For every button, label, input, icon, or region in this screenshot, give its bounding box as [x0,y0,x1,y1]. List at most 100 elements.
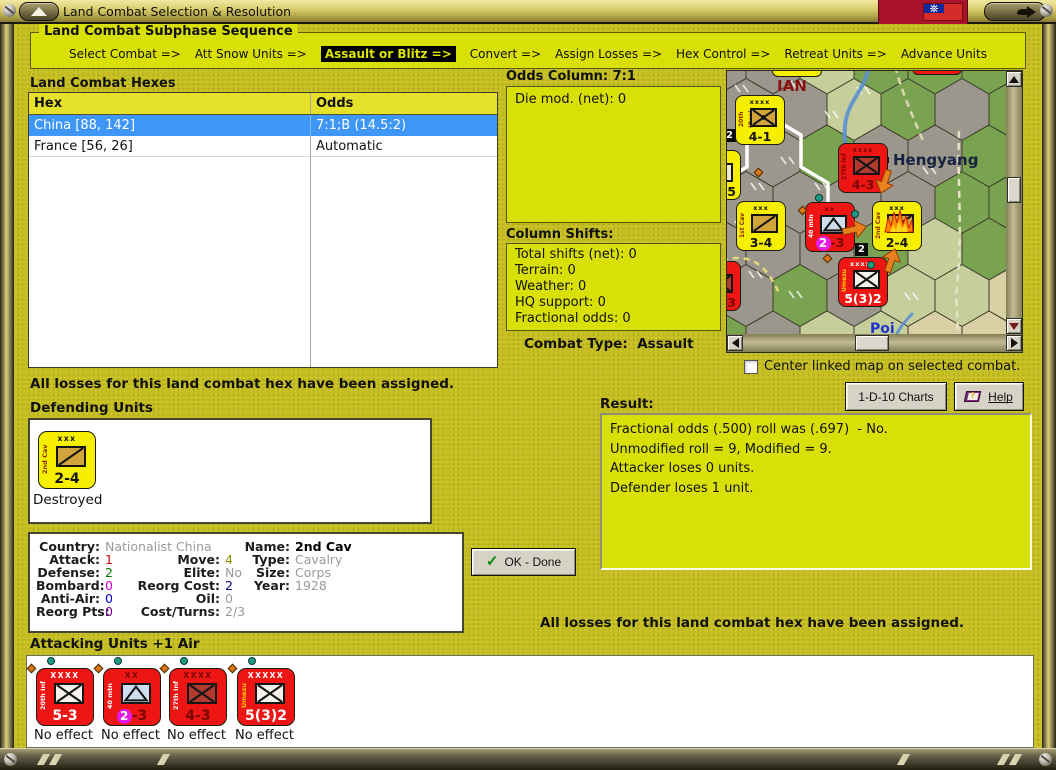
map-unit-partial [912,71,962,75]
attacking-unit-27th-inf[interactable]: XXXX 27th Inf 4-3 [169,668,227,726]
column-shifts-box: Total shifts (net): 0 Terrain: 0 Weather… [506,243,721,331]
marker-icon [180,657,188,665]
unit-status-label: No effect [101,728,161,743]
combat-type-label: Combat Type: [524,336,628,352]
table-row-china[interactable]: China [88, 142] 7:1;B (14.5:2) [29,115,497,136]
ok-done-button-label: OK - Done [504,555,562,569]
hex-cell: France [56, 26] [29,136,311,156]
cavalry-symbol [751,214,778,233]
step-advance-units: Advance Units [900,47,987,61]
marker-icon [26,663,37,674]
attacking-unit-40-mtn[interactable]: XX 40 mtn 2 -3 [103,668,161,726]
odds-column-title: Odds Column: 7:1 [506,69,636,84]
map-horizontal-scrollbar[interactable] [727,334,1022,352]
checkmark-icon: ✓ [485,553,499,570]
window-menu-button[interactable] [19,2,59,21]
scroll-up-button[interactable] [1006,71,1022,87]
shift-line: Fractional odds: 0 [515,311,631,326]
vertical-scroll-thumb[interactable] [1007,177,1021,203]
help-button[interactable]: ? Help [954,382,1024,411]
die-mod-line: Die mod. (net): 0 [515,92,627,107]
info-row: Reorg Pts: 0 Cost/Turns: 2/3 [36,604,246,619]
hex-control-badge: 2 [727,129,736,142]
marker-icon [47,657,55,665]
scroll-down-button[interactable] [1006,318,1022,334]
info-row: Country: Nationalist China Name: 2nd Cav [39,539,352,554]
combat-hexes-table: Hex Odds China [88, 142] 7:1;B (14.5:2) … [28,92,498,368]
scroll-right-button[interactable] [1006,335,1022,351]
attacking-unit-umezu[interactable]: XXXXX Umezu 5(3)2 [237,668,295,726]
window-frame-right [1042,24,1056,770]
unit-stats: 2 -3 [104,708,160,724]
marker-icon [248,657,256,665]
window-frame-left [0,24,14,770]
unit-stats: 5(3)2 [244,708,288,724]
flag-panel [878,0,968,24]
table-header-row: Hex Odds [29,93,497,115]
hex-cell: China [88, 142] [29,115,311,136]
unit-status-label: No effect [235,728,295,743]
marker-icon [815,194,823,202]
losses-assigned-message: All losses for this land combat hex have… [30,376,455,392]
map-unit-partial-left: -5 [727,150,741,200]
triangle-icon [31,6,47,16]
unit-stats: 2-4 [54,471,80,487]
strength-badge: 2 [815,236,831,251]
subphase-sequence-panel: Land Combat Subphase Sequence Select Com… [30,24,1026,69]
center-map-checkbox[interactable] [744,360,758,374]
infantry-symbol [54,683,84,704]
map-unit-20th-res: xxxx 20th (Res) 4-1 [735,95,785,145]
result-title: Result: [600,396,654,412]
unit-stats: 4-3 [185,708,211,724]
unit-symbol [727,163,733,182]
screw-icon [4,753,17,766]
attacking-units-strip: XXXX 20th Inf 5-3 No effect XX 40 mtn 2-… [26,655,1034,748]
infantry-symbol [727,274,733,293]
unit-status-label: Destroyed [33,492,103,508]
combat-type-line: Combat Type: Assault [524,336,694,352]
shift-line: Terrain: 0 [515,263,576,278]
sequence-panel-title: Land Combat Subphase Sequence [39,24,298,39]
help-book-icon: ? [963,390,982,403]
marker-icon [93,663,104,674]
horizontal-scroll-thumb[interactable] [855,335,889,351]
land-combat-window: Land Combat Selection & Resolution Land … [0,0,1056,770]
sequence-steps: Select Combat => Att Snow Units => Assau… [69,46,987,62]
map-unit-partial-left-2: -3 [727,261,741,311]
mountain-symbol [121,683,151,704]
result-line: Fractional odds (.500) roll was (.697) -… [610,422,888,437]
cavalry-symbol [56,446,86,467]
center-map-checkbox-label: Center linked map on selected combat. [764,359,1021,374]
result-line: Unmodified roll = 9, Modified = 9. [610,441,832,457]
hq-symbol [255,683,285,704]
titlebar: Land Combat Selection & Resolution [0,0,1056,24]
roc-flag-icon [923,3,963,21]
result-line: Defender loses 1 unit. [610,480,754,496]
screw-icon [1040,4,1053,17]
charts-button[interactable]: 1-D-10 Charts [845,382,947,411]
region-label: IAN [777,77,807,95]
step-hex-control: Hex Control => [676,47,771,61]
screw-icon [3,4,16,17]
map-vertical-scrollbar[interactable] [1006,71,1022,334]
info-row: Bombard: 0 Reorg Cost: 2 Year: 1928 [36,578,327,593]
losses-assigned-message-2: All losses for this land combat hex have… [540,615,965,631]
result-box: Fractional odds (.500) roll was (.697) -… [600,413,1032,570]
scroll-left-button[interactable] [727,335,743,351]
linked-map[interactable]: IAN Hengyang Poi xxxx 20th (Res) 4-1 -5 … [726,70,1023,353]
city-label-poi: Poi [870,321,895,334]
info-row: Defense: 2 Elite: No Size: Corps [37,565,331,580]
shift-line: Total shifts (net): 0 [515,247,637,262]
table-row-france[interactable]: France [56, 26] Automatic [29,136,497,157]
attacking-unit-20th-inf[interactable]: XXXX 20th Inf 5-3 [36,668,94,726]
screw-icon [1039,753,1052,766]
ok-done-button[interactable]: ✓ OK - Done [471,548,576,576]
combat-type-value: Assault [637,336,694,352]
garrison-symbol [750,108,777,127]
info-row: Attack: 1 Move: 4 Type: Cavalry [49,552,343,567]
unit-stats: 5-3 [52,708,78,724]
defending-unit-counter[interactable]: xxx 2nd Cav 2-4 [38,431,96,489]
attack-arrows-icon [841,168,901,274]
window-close-button[interactable] [984,2,1046,21]
map-viewport[interactable]: IAN Hengyang Poi xxxx 20th (Res) 4-1 -5 … [727,71,1006,334]
